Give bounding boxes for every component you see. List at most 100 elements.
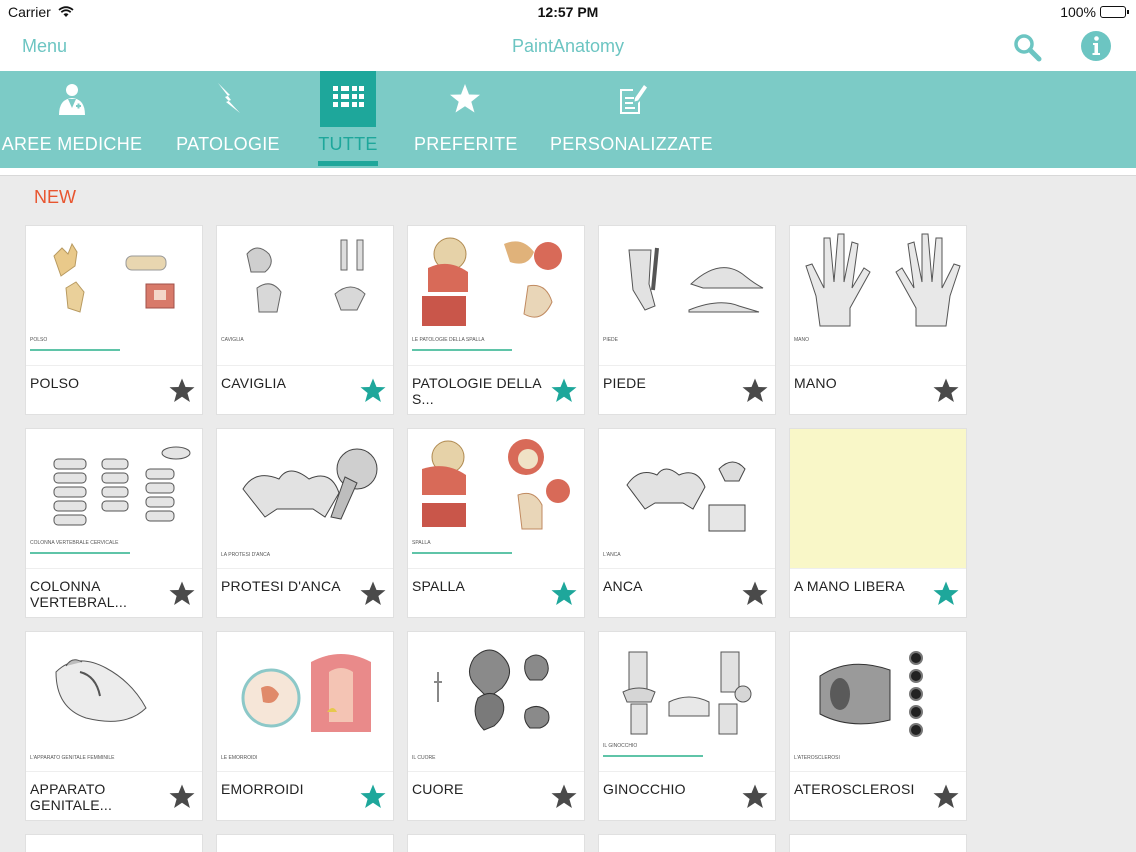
thumbnail-image: LE PATOLOGIE DELLA SPALLA	[408, 226, 584, 366]
tabbar-separator	[0, 168, 1136, 176]
thumbnail-caption: COLONNA VERTEBRALE CERVICALE	[30, 540, 119, 546]
thumbnail-caption: CAVIGLIA	[221, 337, 244, 343]
category-tabbar: AREE MEDICHE PATOLOGIE TUTTE PREFERITE P…	[0, 71, 1136, 168]
favorite-star-icon[interactable]	[359, 377, 387, 405]
atlas-card-partial[interactable]	[25, 834, 203, 852]
tab-personalizzate[interactable]: PERSONALIZZATE	[550, 71, 713, 168]
status-time: 12:57 PM	[537, 4, 599, 20]
battery-indicator: 100%	[1060, 4, 1129, 20]
card-title: ATEROSCLEROSI	[794, 781, 915, 797]
favorite-star-icon[interactable]	[168, 783, 196, 811]
thumbnail-image: CAVIGLIA	[217, 226, 393, 366]
thumbnail-caption: L'ATEROSCLEROSI	[794, 755, 840, 761]
atlas-card[interactable]: LA PROTESI D'ANCA PROTESI D'ANCA	[216, 428, 394, 618]
hand-illustration	[805, 233, 961, 327]
card-title: EMORROIDI	[221, 781, 304, 797]
thumbnail-caption: LE EMORROIDI	[221, 755, 258, 761]
atlas-card-partial[interactable]	[598, 834, 776, 852]
grid-list-icon	[320, 71, 376, 127]
atlas-card-partial[interactable]	[407, 834, 585, 852]
blank-canvas-thumbnail	[790, 429, 966, 569]
tab-label: AREE MEDICHE	[1, 134, 143, 154]
thumbnail-caption: POLSO	[30, 337, 48, 343]
favorite-star-icon[interactable]	[359, 580, 387, 608]
section-title-new: NEW	[34, 187, 76, 207]
atlas-card[interactable]: L'ANCA ANCA	[598, 428, 776, 618]
card-title: POLSO	[30, 375, 80, 391]
card-title: PROTESI D'ANCA	[221, 578, 341, 594]
atlas-card[interactable]: IL CUORE CUORE	[407, 631, 585, 821]
favorite-star-icon[interactable]	[932, 783, 960, 811]
status-bar: Carrier 12:57 PM 100%	[0, 0, 1136, 24]
hip-prosthesis-illustration	[242, 448, 378, 520]
thumbnail-image: SPALLA	[408, 429, 584, 569]
favorite-star-icon[interactable]	[550, 377, 578, 405]
cervical-spine-illustration	[53, 446, 191, 526]
hip-illustration	[626, 461, 746, 532]
lightning-icon	[218, 83, 240, 113]
favorite-star-icon[interactable]	[932, 580, 960, 608]
tab-aree-mediche[interactable]: AREE MEDICHE	[0, 71, 144, 168]
favorite-star-icon[interactable]	[741, 783, 769, 811]
thumbnail-image: L'ATEROSCLEROSI	[790, 632, 966, 772]
navigation-bar: Menu PaintAnatomy	[0, 24, 1136, 71]
active-tab-indicator	[318, 161, 378, 166]
thumbnail-caption: LA PROTESI D'ANCA	[221, 552, 271, 558]
tab-preferite[interactable]: PREFERITE	[414, 71, 518, 168]
genital-apparatus-illustration	[55, 659, 147, 722]
card-title: PATOLOGIE DELLA S...	[412, 375, 542, 407]
thumbnail-caption: L'ANCA	[603, 552, 621, 558]
thumbnail-caption: PIEDE	[603, 337, 619, 343]
thumbnail-image: COLONNA VERTEBRALE CERVICALE	[26, 429, 202, 569]
favorite-star-icon[interactable]	[932, 377, 960, 405]
battery-percent: 100%	[1060, 4, 1096, 20]
atlas-card-partial[interactable]	[216, 834, 394, 852]
card-title: A MANO LIBERA	[794, 578, 905, 594]
favorite-star-icon[interactable]	[168, 377, 196, 405]
atlas-card[interactable]: COLONNA VERTEBRALE CERVICALE COLONNA VER…	[25, 428, 203, 618]
atlas-card[interactable]: PIEDE PIEDE	[598, 225, 776, 415]
card-title: APPARATO GENITALE...	[30, 781, 113, 813]
tab-patologie[interactable]: PATOLOGIE	[172, 71, 284, 168]
tab-label: PERSONALIZZATE	[550, 134, 713, 154]
atlas-card[interactable]: CAVIGLIA CAVIGLIA	[216, 225, 394, 415]
app-title: PaintAnatomy	[511, 36, 625, 56]
card-title: CAVIGLIA	[221, 375, 287, 391]
card-title: PIEDE	[603, 375, 647, 391]
favorite-star-icon[interactable]	[359, 783, 387, 811]
atlas-card[interactable]: MANO MANO	[789, 225, 967, 415]
ankle-illustration	[246, 239, 366, 313]
search-icon[interactable]	[1012, 32, 1042, 62]
favorite-star-icon[interactable]	[550, 783, 578, 811]
favorite-star-icon[interactable]	[550, 580, 578, 608]
atlas-card[interactable]: A MANO LIBERA	[789, 428, 967, 618]
thumbnail-caption: L'APPARATO GENITALE FEMMINILE	[30, 755, 115, 761]
heart-illustration	[434, 649, 550, 731]
atlas-card[interactable]: L'ATEROSCLEROSI ATEROSCLEROSI	[789, 631, 967, 821]
thumbnail-image: PIEDE	[599, 226, 775, 366]
tab-label: PREFERITE	[414, 134, 518, 154]
favorite-star-icon[interactable]	[741, 580, 769, 608]
atlas-card[interactable]: LE PATOLOGIE DELLA SPALLA PATOLOGIE DELL…	[407, 225, 585, 415]
doctor-icon	[59, 84, 85, 115]
favorite-star-icon[interactable]	[741, 377, 769, 405]
atlas-card[interactable]: LE EMORROIDI EMORROIDI	[216, 631, 394, 821]
card-title: ANCA	[603, 578, 643, 594]
tab-tutte[interactable]: TUTTE	[318, 71, 378, 168]
atlas-card-partial[interactable]	[789, 834, 967, 852]
thumbnail-image: L'ANCA	[599, 429, 775, 569]
atlas-card[interactable]: POLSO POLSO	[25, 225, 203, 415]
atlas-card[interactable]: SPALLA SPALLA	[407, 428, 585, 618]
thumbnail-image: MANO	[790, 226, 966, 366]
info-icon[interactable]	[1080, 30, 1112, 62]
favorite-star-icon[interactable]	[168, 580, 196, 608]
edit-document-icon	[620, 85, 647, 114]
atlas-card[interactable]: L'APPARATO GENITALE FEMMINILE APPARATO G…	[25, 631, 203, 821]
thumbnail-image: POLSO	[26, 226, 202, 366]
star-icon	[450, 84, 480, 113]
hemorrhoids-illustration	[241, 654, 371, 732]
atherosclerosis-illustration	[819, 651, 923, 737]
atlas-card[interactable]: IL GINOCCHIO GINOCCHIO	[598, 631, 776, 821]
thumbnail-caption: LE PATOLOGIE DELLA SPALLA	[412, 337, 485, 343]
foot-illustration	[628, 247, 764, 313]
